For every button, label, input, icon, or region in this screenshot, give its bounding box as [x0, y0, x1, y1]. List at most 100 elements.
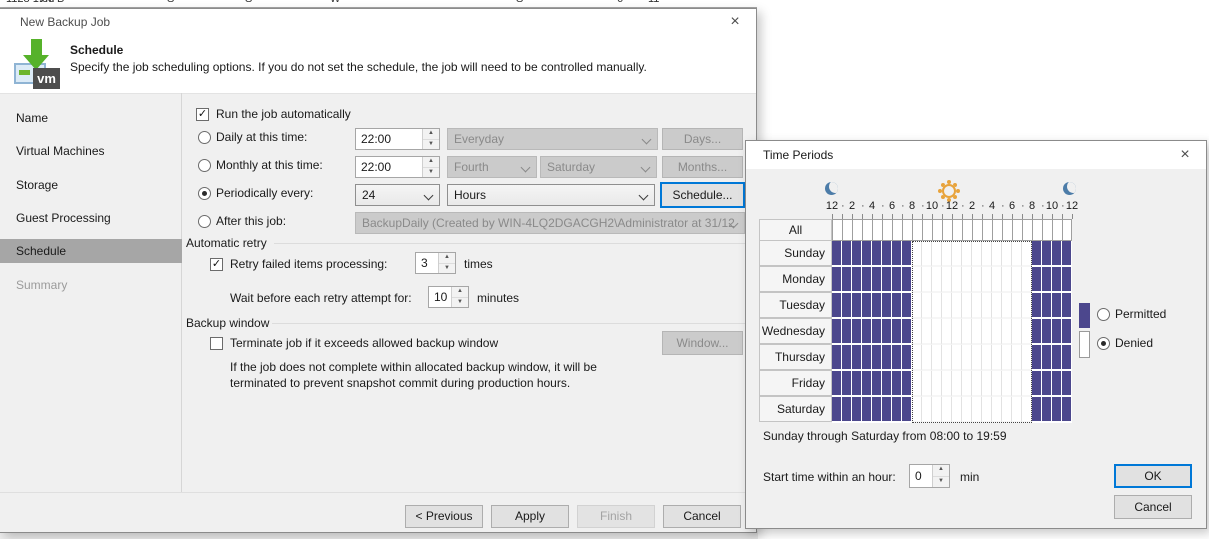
run-automatically-checkbox[interactable]: ✓ [196, 108, 209, 121]
period-cell-permitted[interactable] [872, 371, 882, 397]
daily-radio[interactable] [198, 131, 211, 144]
period-cell-permitted[interactable] [892, 267, 902, 293]
period-cell-permitted[interactable] [882, 267, 892, 293]
day-label[interactable]: Thursday [759, 344, 832, 370]
period-cell-permitted[interactable] [1032, 371, 1042, 397]
period-cell-permitted[interactable] [862, 371, 872, 397]
finish-button[interactable]: Finish [577, 505, 655, 528]
all-hour-cell[interactable] [882, 219, 892, 241]
period-cell-permitted[interactable] [892, 397, 902, 423]
period-cell-permitted[interactable] [1062, 293, 1072, 319]
apply-button[interactable]: Apply [491, 505, 569, 528]
all-hour-cell[interactable] [1012, 219, 1022, 241]
period-cell-permitted[interactable] [852, 267, 862, 293]
period-cell-permitted[interactable] [842, 267, 852, 293]
period-cell-permitted[interactable] [832, 371, 842, 397]
period-cell-permitted[interactable] [902, 241, 912, 267]
period-cell-permitted[interactable] [1042, 397, 1052, 423]
period-cell-permitted[interactable] [892, 241, 902, 267]
all-hour-cell[interactable] [842, 219, 852, 241]
period-cell-permitted[interactable] [842, 319, 852, 345]
periodically-radio[interactable] [198, 187, 211, 200]
period-cell-permitted[interactable] [882, 345, 892, 371]
period-cell-permitted[interactable] [882, 293, 892, 319]
period-cell-permitted[interactable] [862, 319, 872, 345]
ok-button[interactable]: OK [1114, 464, 1192, 488]
all-hour-cell[interactable] [912, 219, 922, 241]
period-cell-permitted[interactable] [1062, 267, 1072, 293]
period-cell-permitted[interactable] [1052, 267, 1062, 293]
period-cell-permitted[interactable] [832, 267, 842, 293]
period-cell-permitted[interactable] [1062, 345, 1072, 371]
permitted-radio[interactable] [1097, 308, 1110, 321]
period-cell-permitted[interactable] [882, 241, 892, 267]
months-button[interactable]: Months... [662, 156, 743, 178]
period-cell-permitted[interactable] [1042, 345, 1052, 371]
period-cell-permitted[interactable] [1032, 267, 1042, 293]
all-hour-cell[interactable] [832, 219, 842, 241]
period-value-select[interactable]: 24 [355, 184, 440, 206]
sidebar-item-schedule[interactable]: Schedule [0, 239, 182, 263]
period-cell-permitted[interactable] [882, 371, 892, 397]
period-cell-permitted[interactable] [872, 241, 882, 267]
period-cell-permitted[interactable] [1042, 293, 1052, 319]
period-cell-permitted[interactable] [842, 397, 852, 423]
count-spinner[interactable]: ▲▼ [438, 253, 455, 273]
period-cell-permitted[interactable] [902, 345, 912, 371]
cancel-button[interactable]: Cancel [663, 505, 741, 528]
all-hour-cell[interactable] [892, 219, 902, 241]
sidebar-item-virtual-machines[interactable]: Virtual Machines [16, 144, 105, 158]
sidebar-item-summary[interactable]: Summary [16, 278, 67, 292]
period-cell-permitted[interactable] [842, 345, 852, 371]
period-cell-permitted[interactable] [872, 293, 882, 319]
all-hour-cell[interactable] [1022, 219, 1032, 241]
period-cell-permitted[interactable] [842, 293, 852, 319]
day-label[interactable]: Saturday [759, 396, 832, 422]
period-cell-permitted[interactable] [1032, 241, 1042, 267]
period-cell-permitted[interactable] [862, 345, 872, 371]
day-label[interactable]: Monday [759, 266, 832, 292]
close-icon[interactable]: × [1174, 146, 1196, 164]
all-hour-cell[interactable] [1052, 219, 1062, 241]
period-cell-permitted[interactable] [892, 293, 902, 319]
period-cell-permitted[interactable] [902, 319, 912, 345]
period-cell-permitted[interactable] [872, 345, 882, 371]
period-cell-permitted[interactable] [1042, 319, 1052, 345]
period-cell-permitted[interactable] [1032, 345, 1042, 371]
all-hour-cell[interactable] [972, 219, 982, 241]
monthly-day-select[interactable]: Saturday [540, 156, 657, 178]
period-cell-permitted[interactable] [862, 397, 872, 423]
count-spinner[interactable]: ▲▼ [932, 465, 949, 487]
period-cell-permitted[interactable] [1052, 293, 1062, 319]
period-cell-permitted[interactable] [892, 319, 902, 345]
sidebar-item-name[interactable]: Name [16, 111, 48, 125]
after-job-radio[interactable] [198, 215, 211, 228]
period-cell-permitted[interactable] [1062, 371, 1072, 397]
period-cell-permitted[interactable] [1052, 319, 1062, 345]
time-spinner[interactable]: ▲▼ [422, 157, 439, 177]
day-label[interactable]: Wednesday [759, 318, 832, 344]
time-periods-titlebar[interactable]: Time Periods × [746, 141, 1206, 169]
period-unit-select[interactable]: Hours [447, 184, 655, 206]
retry-checkbox[interactable]: ✓ [210, 258, 223, 271]
count-spinner[interactable]: ▲▼ [451, 287, 468, 307]
all-hour-cell[interactable] [982, 219, 992, 241]
period-cell-permitted[interactable] [842, 241, 852, 267]
period-cell-permitted[interactable] [852, 397, 862, 423]
start-time-field[interactable]: 0 ▲▼ [909, 464, 950, 488]
all-hour-cell[interactable] [962, 219, 972, 241]
period-cell-permitted[interactable] [852, 371, 862, 397]
period-cell-permitted[interactable] [852, 319, 862, 345]
all-hour-cell[interactable] [1002, 219, 1012, 241]
period-cell-permitted[interactable] [862, 267, 872, 293]
period-cell-permitted[interactable] [862, 241, 872, 267]
period-cell-permitted[interactable] [1032, 319, 1042, 345]
all-row-label[interactable]: All [759, 219, 832, 241]
period-cell-permitted[interactable] [1062, 319, 1072, 345]
previous-button[interactable]: < Previous [405, 505, 483, 528]
period-cell-permitted[interactable] [832, 345, 842, 371]
monthly-radio[interactable] [198, 159, 211, 172]
day-label[interactable]: Sunday [759, 240, 832, 266]
period-cell-permitted[interactable] [1062, 241, 1072, 267]
all-hour-cell[interactable] [1032, 219, 1042, 241]
